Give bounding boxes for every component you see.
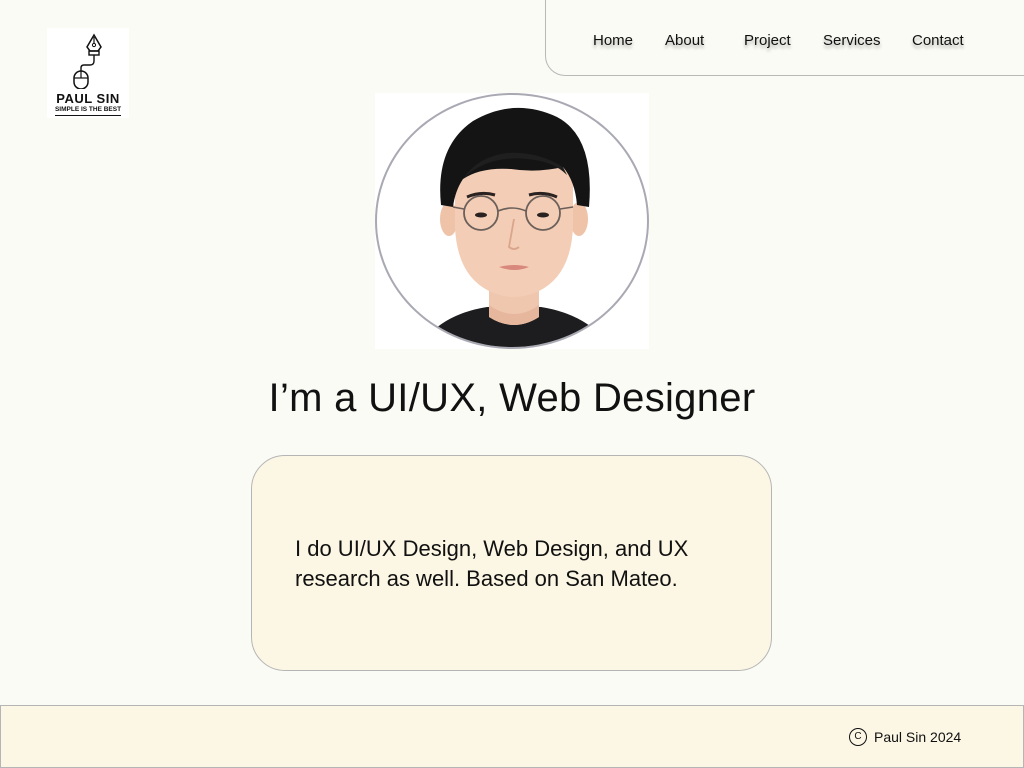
hero-headline: I’m a UI/UX, Web Designer (268, 376, 756, 420)
profile-photo (375, 93, 649, 349)
site-logo[interactable]: PAUL SIN SIMPLE IS THE BEST (47, 28, 129, 118)
copyright-notice: C Paul Sin 2024 (849, 728, 961, 746)
site-footer: C Paul Sin 2024 (0, 705, 1024, 768)
copyright-text: Paul Sin 2024 (874, 729, 962, 745)
nav-about-link[interactable]: About (665, 32, 704, 49)
nav-contact-link[interactable]: Contact (912, 32, 964, 49)
brand-tagline: SIMPLE IS THE BEST (54, 106, 122, 116)
page: PAUL SIN SIMPLE IS THE BEST Home About P… (0, 0, 1024, 768)
pen-nib-mouse-icon (73, 33, 102, 89)
nav-services-link[interactable]: Services (823, 32, 881, 49)
copyright-icon: C (849, 728, 867, 746)
portrait-frame (375, 93, 649, 349)
intro-text: I do UI/UX Design, Web Design, and UX re… (295, 536, 689, 591)
main-nav: Home About Project Services Contact (545, 0, 1024, 76)
brand-name: PAUL SIN (56, 91, 120, 106)
intro-card: I do UI/UX Design, Web Design, and UX re… (251, 455, 772, 671)
nav-project-link[interactable]: Project (744, 32, 791, 49)
nav-home-link[interactable]: Home (593, 32, 633, 49)
